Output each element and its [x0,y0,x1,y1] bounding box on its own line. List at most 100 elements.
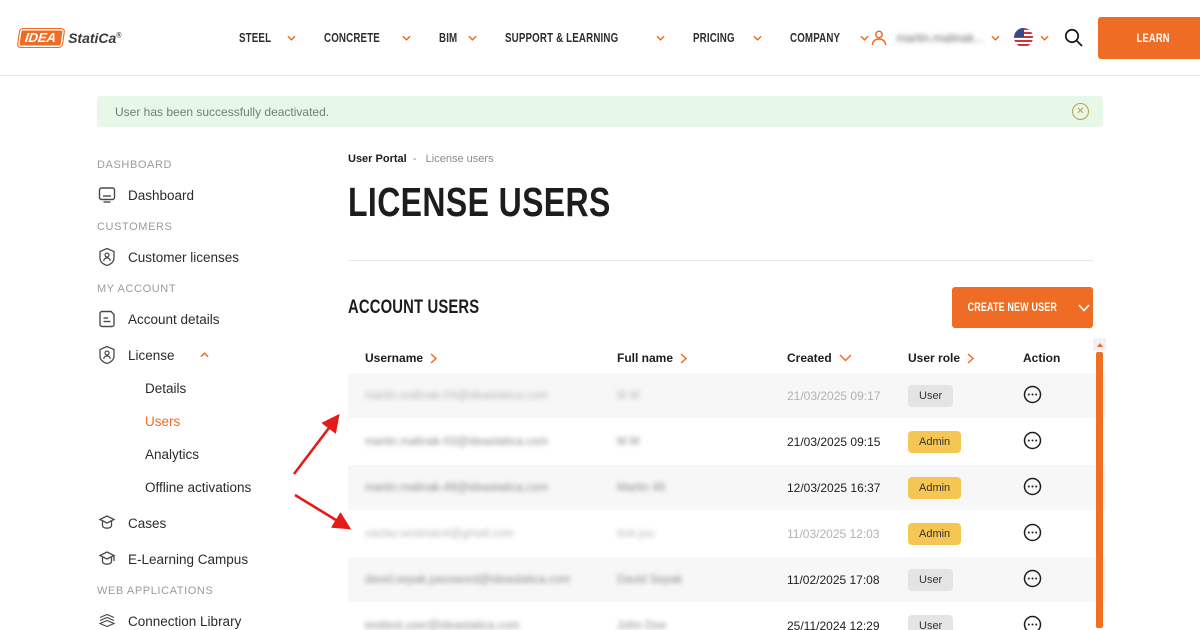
action-cell [1023,523,1083,545]
chevron-down-icon [860,35,869,41]
row-actions-button[interactable] [1023,431,1042,450]
role-badge: User [908,568,954,591]
language-selector[interactable] [1014,28,1049,47]
banner-message: User has been successfully deactivated. [115,104,330,119]
username-cell: vaclav.sestman4@gmail.com [365,527,514,540]
user-role-cell: User [908,568,1023,591]
sidebar-subitem-analytics[interactable]: Analytics [145,447,348,462]
full-name-cell: David Sepak [617,573,683,586]
ellipsis-menu-icon [1023,569,1042,587]
column-header-user-role[interactable]: User role [908,351,1023,365]
create-new-user-button[interactable]: CREATE NEW USER [952,287,1093,328]
table-row: martin.malinak-49@ideastatica.com Martin … [348,465,1106,510]
menu-item-bim[interactable]: BIM [439,31,478,45]
sidebar-section-web-applications: WEB APPLICATIONS [97,585,214,597]
scrollbar-thumb[interactable] [1096,352,1103,628]
full-name-cell: M M [617,389,640,402]
column-header-created[interactable]: Created [787,351,908,365]
search-icon[interactable] [1063,27,1084,48]
role-badge: Admin [908,476,962,499]
scroll-up-arrow-icon [1096,342,1103,347]
logo-idea-mark: IDEA [16,27,66,48]
action-cell [1023,385,1083,407]
logged-in-user-name: martin.malinak... [896,30,985,45]
row-actions-button[interactable] [1023,523,1042,542]
username-cell: martin.malinak-03@ideastatica.com [365,435,548,448]
full-name-cell: John Doe [617,619,667,630]
row-actions-button[interactable] [1023,477,1042,496]
menu-item-concrete[interactable]: CONCRETE [324,31,411,45]
section-title: ACCOUNT USERS [348,296,480,318]
sidebar-item-cases[interactable]: Cases [97,513,348,533]
learn-button[interactable]: LEARN [1098,16,1200,59]
sidebar-item-elearning-campus[interactable]: E-Learning Campus [97,549,348,569]
role-badge: Admin [908,430,962,453]
breadcrumb: User Portal - License users [348,153,1106,165]
table-row: testtest.user@ideastatica.com John Doe 25/… [348,603,1106,630]
sidebar-subitem-users[interactable]: Users [145,414,348,429]
menu-item-company[interactable]: COMPANY [790,31,869,45]
sidebar-section-my-account: MY ACCOUNT [97,283,177,295]
scrollbar-up-button[interactable] [1093,338,1106,351]
action-cell [1023,431,1083,453]
page-title: LICENSE USERS [348,179,611,225]
created-cell: 21/03/2025 09:15 [787,434,881,449]
sidebar-item-connection-library[interactable]: Connection Library [97,611,348,630]
sidebar-section-dashboard: DASHBOARD [97,159,173,171]
sidebar-subitem-details[interactable]: Details [145,381,348,396]
user-icon [871,30,887,45]
role-badge: User [908,384,954,407]
column-header-username[interactable]: Username [348,351,617,365]
action-cell [1023,615,1083,630]
row-actions-button[interactable] [1023,569,1042,588]
row-actions-button[interactable] [1023,385,1042,404]
library-stack-icon [98,613,116,628]
sidebar-item-account-details[interactable]: Account details [97,309,348,329]
action-cell [1023,477,1083,499]
ellipsis-menu-icon [1023,431,1042,449]
table-row: david.sepak.password@ideastatica.com Davi… [348,557,1106,602]
table-body: martin.malinak-04@ideastatica.com M M 21/0… [348,373,1106,630]
chevron-down-icon [991,35,1000,41]
sidebar: DASHBOARD Dashboard CUSTOMERS Customer l… [97,149,348,630]
chevron-down-icon [287,35,296,41]
ellipsis-menu-icon [1023,477,1042,495]
role-badge: Admin [908,522,962,545]
chevron-down-icon [468,35,477,41]
us-flag-icon [1014,28,1034,47]
banner-close-icon[interactable]: ✕ [1072,103,1089,120]
sidebar-item-dashboard[interactable]: Dashboard [97,185,348,205]
account-menu[interactable]: martin.malinak... [869,28,1000,48]
cases-icon [98,515,116,529]
sidebar-item-license[interactable]: License [97,345,348,365]
ellipsis-menu-icon [1023,523,1042,541]
role-badge: User [908,614,954,630]
menu-item-steel[interactable]: STEEL [239,31,296,45]
chevron-down-icon [1078,303,1090,312]
sidebar-subitem-offline-activations[interactable]: Offline activations [145,480,348,495]
created-cell: 12/03/2025 16:37 [787,480,881,495]
sidebar-item-customer-licenses[interactable]: Customer licenses [97,247,348,267]
breadcrumb-current: License users [425,153,494,165]
top-navigation: IDEA StatiCa® STEEL CONCRETE BIM SUPPORT… [0,0,1200,76]
user-role-cell: User [908,614,1023,630]
divider [348,260,1093,261]
license-badge-icon [99,247,115,267]
menu-item-pricing[interactable]: PRICING [693,31,762,45]
username-cell: martin.malinak-49@ideastatica.com [365,481,548,494]
table-scrollbar[interactable] [1093,338,1106,630]
breadcrumb-root[interactable]: User Portal [348,153,407,165]
user-role-cell: Admin [908,522,1023,545]
table-row: vaclav.sestman4@gmail.com test jou 11/03/2… [348,511,1106,556]
full-name-cell: M M [617,435,640,448]
idea-statica-logo[interactable]: IDEA StatiCa® [16,27,122,48]
username-cell: testtest.user@ideastatica.com [365,619,520,630]
chevron-down-icon [1040,35,1049,41]
created-cell: 11/02/2025 17:08 [787,572,880,587]
menu-item-support-learning[interactable]: SUPPORT & LEARNING [505,31,665,45]
registered-mark: ® [116,31,122,39]
column-header-full-name[interactable]: Full name [617,351,787,365]
row-actions-button[interactable] [1023,615,1042,630]
user-role-cell: User [908,384,1023,407]
main-menu: STEEL CONCRETE BIM SUPPORT & LEARNING PR… [239,31,869,45]
